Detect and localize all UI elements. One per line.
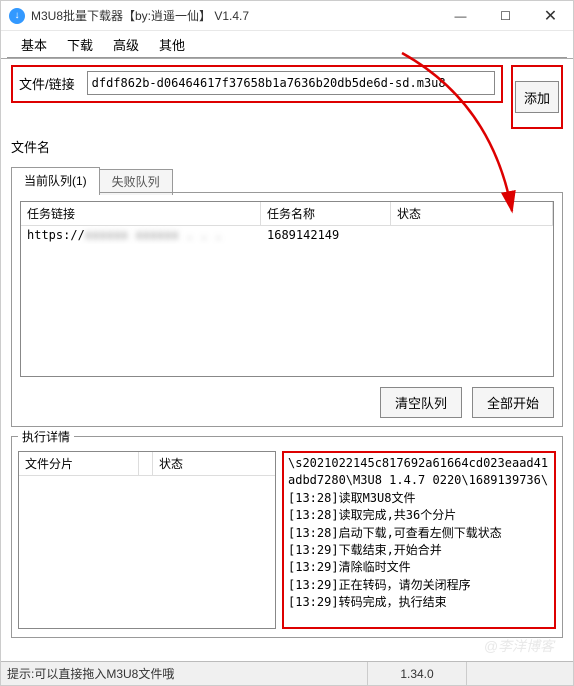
queue-panel: 任务链接 任务名称 状态 https://xxxxxx xxxxxx . . .… <box>11 192 563 427</box>
status-version: 1.34.0 <box>367 662 467 685</box>
statusbar: 提示:可以直接拖入M3U8文件哦 1.34.0 <box>1 661 573 685</box>
status-hint: 提示:可以直接拖入M3U8文件哦 <box>7 665 367 682</box>
cell-status <box>391 226 553 244</box>
queue-tabs: 当前队列(1) 失败队列 <box>11 167 563 193</box>
clear-queue-button[interactable]: 清空队列 <box>380 387 462 418</box>
link-prefix: https:// <box>27 228 85 242</box>
titlebar[interactable]: ↓ M3U8批量下载器【by:逍遥一仙】 V1.4.7 — ☐ ✕ <box>1 1 573 31</box>
url-input[interactable] <box>87 71 495 95</box>
col-slice[interactable]: 文件分片 <box>19 452 139 475</box>
slice-table[interactable]: 文件分片 状态 <box>18 451 276 629</box>
table-row[interactable]: https://xxxxxx xxxxxx . . . 1689142149 <box>21 226 553 244</box>
add-button-wrapper: 添加 <box>511 65 563 129</box>
window-title: M3U8批量下载器【by:逍遥一仙】 V1.4.7 <box>31 7 438 24</box>
file-name-label: 文件名 <box>11 137 50 156</box>
close-button[interactable]: ✕ <box>528 1 573 30</box>
file-link-label: 文件/链接 <box>19 74 75 93</box>
menu-basic[interactable]: 基本 <box>11 31 57 58</box>
task-table[interactable]: 任务链接 任务名称 状态 https://xxxxxx xxxxxx . . .… <box>20 201 554 377</box>
maximize-button[interactable]: ☐ <box>483 1 528 30</box>
minimize-button[interactable]: — <box>438 1 483 30</box>
link-blurred: xxxxxx xxxxxx . . . <box>85 228 222 242</box>
menu-other[interactable]: 其他 <box>149 31 195 58</box>
start-all-button[interactable]: 全部开始 <box>472 387 554 418</box>
tab-current-queue[interactable]: 当前队列(1) <box>11 167 100 193</box>
col-task-link[interactable]: 任务链接 <box>21 202 261 225</box>
app-icon: ↓ <box>9 8 25 24</box>
menu-advanced[interactable]: 高级 <box>103 31 149 58</box>
col-task-name[interactable]: 任务名称 <box>261 202 391 225</box>
menu-download[interactable]: 下载 <box>57 31 103 58</box>
watermark: @李洋博客 <box>484 636 554 656</box>
exec-detail-legend: 执行详情 <box>18 428 74 445</box>
col-task-status[interactable]: 状态 <box>391 202 553 225</box>
cell-link: https://xxxxxx xxxxxx . . . <box>21 226 261 244</box>
exec-detail-group: 执行详情 文件分片 状态 \s2021022145c817692a61664cd… <box>11 428 563 638</box>
file-link-group: 文件/链接 <box>11 65 503 103</box>
menubar: 基本 下载 高级 其他 <box>1 31 573 59</box>
col-sep <box>139 452 153 475</box>
app-window: ↓ M3U8批量下载器【by:逍遥一仙】 V1.4.7 — ☐ ✕ 基本 下载 … <box>0 0 574 686</box>
content-area: 文件/链接 添加 文件名 当前队列(1) 失败队列 任务链接 任务名称 状态 <box>1 59 573 428</box>
col-slice-status[interactable]: 状态 <box>153 452 275 475</box>
log-output[interactable]: \s2021022145c817692a61664cd023eaad41adbd… <box>282 451 556 629</box>
add-button[interactable]: 添加 <box>515 81 559 113</box>
cell-name: 1689142149 <box>261 226 391 244</box>
